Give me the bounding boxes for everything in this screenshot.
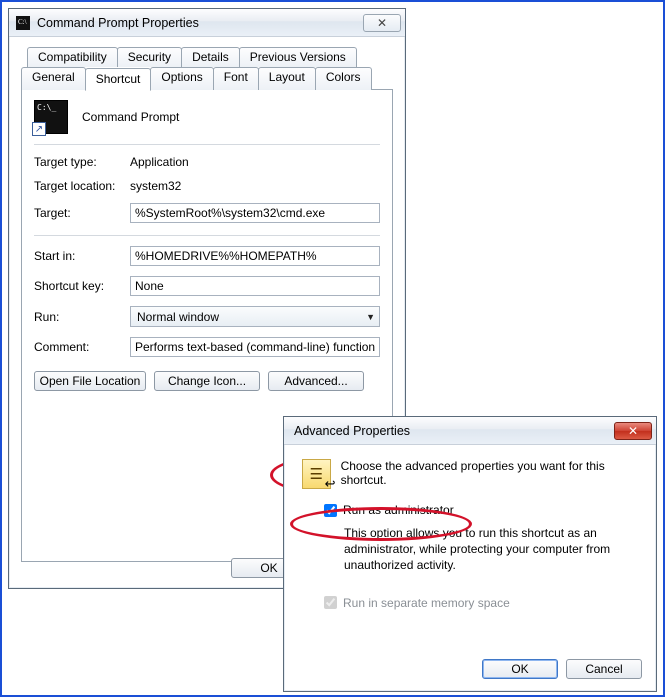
start-in-label: Start in: <box>34 249 130 263</box>
tab-shortcut[interactable]: Shortcut <box>85 68 152 91</box>
comment-input[interactable] <box>130 337 380 357</box>
target-type-label: Target type: <box>34 155 130 169</box>
adv-titlebar[interactable]: Advanced Properties ✕ <box>284 417 656 445</box>
separate-memory-option: Run in separate memory space <box>324 596 638 610</box>
tab-layout[interactable]: Layout <box>258 67 316 90</box>
app-icon: C:\ <box>15 15 31 31</box>
shortcut-key-label: Shortcut key: <box>34 279 130 293</box>
separate-memory-label: Run in separate memory space <box>343 596 510 610</box>
open-file-location-button[interactable]: Open File Location <box>34 371 146 391</box>
adv-close-button[interactable]: ✕ <box>614 422 652 440</box>
svg-text:C:\: C:\ <box>18 18 27 26</box>
tab-colors[interactable]: Colors <box>315 67 372 90</box>
run-dropdown[interactable]: Normal window ▼ <box>130 306 380 327</box>
adv-cancel-button[interactable]: Cancel <box>566 659 642 679</box>
titlebar[interactable]: C:\ Command Prompt Properties ✕ <box>9 9 405 37</box>
run-as-admin-option[interactable]: Run as administrator <box>324 503 638 517</box>
change-icon-button[interactable]: Change Icon... <box>154 371 260 391</box>
separate-memory-checkbox <box>324 596 337 609</box>
cmd-icon: C:\_ ↗ <box>34 100 68 134</box>
target-input[interactable] <box>130 203 380 223</box>
adv-body: ☰ Choose the advanced properties you wan… <box>284 445 656 691</box>
tab-general[interactable]: General <box>21 67 86 90</box>
close-button[interactable]: ✕ <box>363 14 401 32</box>
properties-icon: ☰ <box>302 459 331 489</box>
run-label: Run: <box>34 310 130 324</box>
shortcut-overlay-icon: ↗ <box>32 122 46 136</box>
advanced-properties-dialog: Advanced Properties ✕ ☰ Choose the advan… <box>283 416 657 692</box>
chevron-down-icon: ▼ <box>366 312 375 322</box>
tab-options[interactable]: Options <box>150 67 213 90</box>
window-title: Command Prompt Properties <box>37 16 363 30</box>
run-as-admin-label: Run as administrator <box>343 503 454 517</box>
close-icon: ✕ <box>628 424 638 438</box>
advanced-button[interactable]: Advanced... <box>268 371 364 391</box>
run-as-admin-checkbox[interactable] <box>324 504 337 517</box>
run-dropdown-value: Normal window <box>137 310 219 324</box>
target-type-value: Application <box>130 155 189 169</box>
tab-details[interactable]: Details <box>181 47 240 67</box>
run-as-admin-desc: This option allows you to run this short… <box>344 525 638 574</box>
adv-ok-button[interactable]: OK <box>482 659 558 679</box>
tab-security[interactable]: Security <box>117 47 182 67</box>
close-icon: ✕ <box>377 16 387 30</box>
tab-compatibility[interactable]: Compatibility <box>27 47 118 67</box>
target-location-value: system32 <box>130 179 181 193</box>
adv-lead-text: Choose the advanced properties you want … <box>341 459 638 487</box>
target-label: Target: <box>34 206 130 220</box>
target-location-label: Target location: <box>34 179 130 193</box>
tab-font[interactable]: Font <box>213 67 259 90</box>
shortcut-key-input[interactable] <box>130 276 380 296</box>
start-in-input[interactable] <box>130 246 380 266</box>
header-label: Command Prompt <box>82 110 179 124</box>
tab-previous-versions[interactable]: Previous Versions <box>239 47 357 67</box>
adv-title: Advanced Properties <box>290 424 614 438</box>
comment-label: Comment: <box>34 340 130 354</box>
